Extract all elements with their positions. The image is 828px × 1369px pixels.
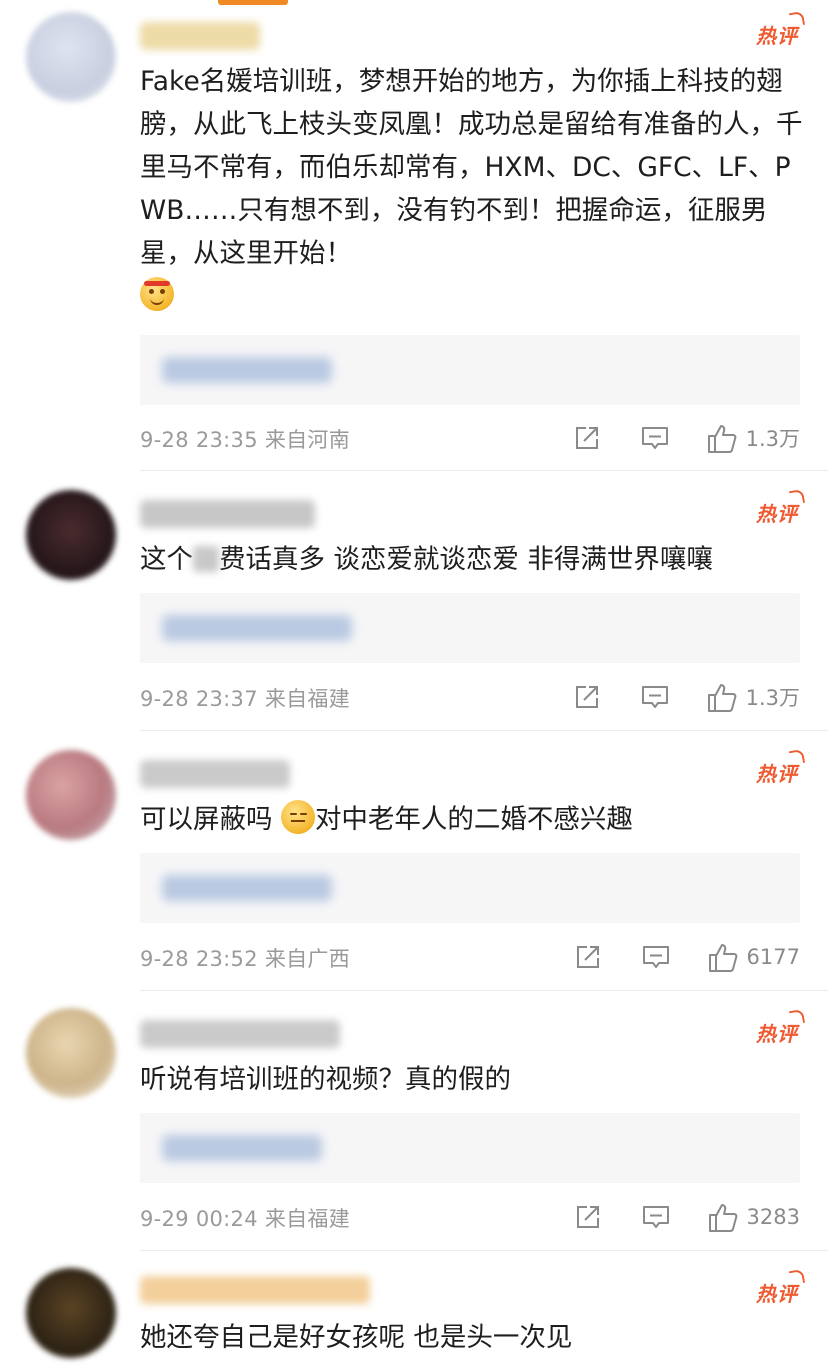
comment-text-part: 对中老年人的二婚不感兴趣: [314, 804, 633, 835]
censored-word: [193, 546, 219, 572]
replies-preview[interactable]: [140, 335, 800, 405]
comment-item[interactable]: 热评 这个 费话真多 谈恋爱就谈恋爱 非得满世界嚷嚷 9-28 23:37 来自福…: [0, 470, 828, 731]
thumbs-up-icon: [707, 1202, 737, 1232]
replies-preview[interactable]: [140, 1113, 800, 1183]
thumbs-up-icon: [706, 682, 736, 712]
comment-text-part: Fake名媛培训班，梦想开始的地方，为你插上科技的翅膀，从此飞上枝头变凤凰！成功…: [140, 66, 803, 269]
replies-preview[interactable]: [140, 853, 800, 923]
comment-meta: 9-28 23:52 来自广西: [140, 947, 351, 971]
comment-text: 听说有培训班的视频？真的假的: [140, 1058, 806, 1101]
comment-actions: 6177: [573, 940, 800, 974]
username-blurred[interactable]: [140, 760, 290, 788]
comment-meta: 9-28 23:35 来自河南: [140, 428, 351, 452]
share-icon[interactable]: [572, 682, 602, 712]
username-blurred[interactable]: [140, 22, 260, 50]
share-icon[interactable]: [573, 1202, 603, 1232]
thumbs-up-icon: [707, 942, 737, 972]
like-count: 6177: [746, 945, 800, 969]
username-blurred[interactable]: [140, 500, 315, 528]
comment-actions: 1.3万: [572, 421, 800, 455]
replies-count-link[interactable]: [162, 875, 332, 901]
hot-comment-badge: 热评: [756, 1018, 798, 1047]
thumbs-up-icon: [706, 423, 736, 453]
username-blurred[interactable]: [140, 1020, 340, 1048]
like-count: 1.3万: [745, 686, 800, 710]
replies-count-link[interactable]: [162, 357, 332, 383]
replies-count-link[interactable]: [162, 615, 352, 641]
like-count: 3283: [746, 1205, 800, 1229]
share-icon[interactable]: [572, 423, 602, 453]
comment-icon[interactable]: [641, 942, 671, 972]
emoji-icon: [280, 800, 315, 834]
comment-text-part: 听说有培训班的视频？真的假的: [140, 1064, 511, 1095]
comment-text-part: 可以屏蔽吗: [140, 804, 281, 835]
comment-item[interactable]: 热评 听说有培训班的视频？真的假的 9-29 00:24 来自福建 3283: [0, 990, 828, 1251]
like-count: 1.3万: [745, 427, 800, 451]
comment-icon[interactable]: [641, 1202, 671, 1232]
like-button[interactable]: 1.3万: [706, 423, 800, 453]
comment-icon[interactable]: [640, 682, 670, 712]
comment-actions: 1.3万: [572, 680, 800, 714]
replies-preview[interactable]: [140, 593, 800, 663]
comment-actions: 3283: [573, 1200, 800, 1234]
comment-text: 可以屏蔽吗 对中老年人的二婚不感兴趣: [140, 798, 806, 841]
avatar[interactable]: [26, 12, 116, 102]
like-button[interactable]: 6177: [707, 942, 800, 972]
avatar[interactable]: [26, 1268, 116, 1358]
comment-item[interactable]: 热评 可以屏蔽吗 对中老年人的二婚不感兴趣 9-28 23:52 来自广西 61…: [0, 730, 828, 991]
comment-item[interactable]: 热评 Fake名媛培训班，梦想开始的地方，为你插上科技的翅膀，从此飞上枝头变凤凰…: [0, 0, 828, 471]
comment-text-part: 这个: [140, 544, 193, 575]
avatar[interactable]: [26, 490, 116, 580]
avatar[interactable]: [26, 750, 116, 840]
comment-icon[interactable]: [640, 423, 670, 453]
comment-text-part: 费话真多 谈恋爱就谈恋爱 非得满世界嚷嚷: [219, 544, 713, 575]
emoji-icon: [140, 277, 174, 311]
hot-comment-badge: 热评: [756, 20, 798, 49]
comment-item[interactable]: 热评 她还夸自己是好女孩呢 也是头一次见: [0, 1250, 828, 1369]
hot-comment-badge: 热评: [756, 758, 798, 787]
comment-text: 她还夸自己是好女孩呢 也是头一次见: [140, 1316, 806, 1359]
replies-count-link[interactable]: [162, 1135, 322, 1161]
like-button[interactable]: 3283: [707, 1202, 800, 1232]
comment-text: Fake名媛培训班，梦想开始的地方，为你插上科技的翅膀，从此飞上枝头变凤凰！成功…: [140, 60, 806, 318]
comment-text-part: 她还夸自己是好女孩呢 也是头一次见: [140, 1322, 573, 1353]
like-button[interactable]: 1.3万: [706, 682, 800, 712]
comment-text: 这个 费话真多 谈恋爱就谈恋爱 非得满世界嚷嚷: [140, 538, 806, 581]
share-icon[interactable]: [573, 942, 603, 972]
hot-comment-badge: 热评: [756, 498, 798, 527]
avatar[interactable]: [26, 1008, 116, 1098]
comment-meta: 9-29 00:24 来自福建: [140, 1207, 351, 1231]
username-blurred[interactable]: [140, 1276, 370, 1304]
hot-comment-badge: 热评: [756, 1278, 798, 1307]
comment-meta: 9-28 23:37 来自福建: [140, 687, 351, 711]
